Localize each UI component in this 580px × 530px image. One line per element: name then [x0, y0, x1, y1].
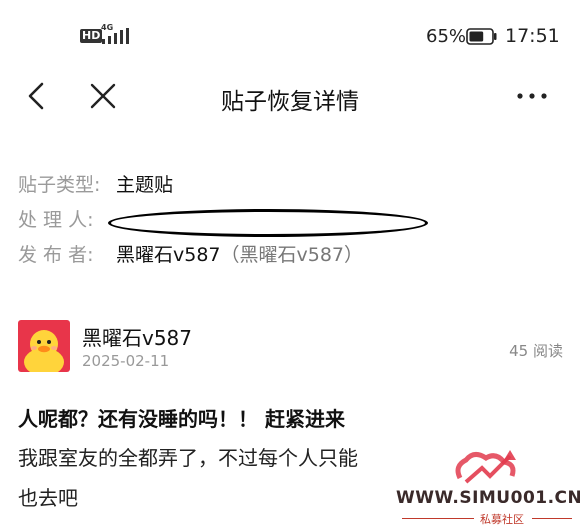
nav-bar: 贴子恢复详情 [0, 72, 580, 122]
info-row-handler: 处 理 人: [18, 203, 428, 238]
post-body: 我跟室友的全都弄了，不过每个人只能 也去吧 [18, 438, 566, 518]
post-info: 贴子类型: 主题贴 处 理 人: 发 布 者: 黑曜石v587（黑曜石v587） [18, 168, 428, 273]
read-count: 45 阅读 [509, 342, 563, 360]
more-icon[interactable] [512, 82, 552, 110]
type-label: 贴子类型: [18, 174, 101, 196]
page-title: 贴子恢复详情 [221, 89, 359, 115]
status-bar: HD 4G 65% 17:51 [0, 0, 580, 72]
watermark-divider [402, 518, 474, 519]
author-name[interactable]: 黑曜石v587 [82, 322, 192, 351]
info-row-publisher: 发 布 者: 黑曜石v587（黑曜石v587） [18, 238, 363, 273]
avatar[interactable] [18, 320, 70, 372]
post-header: 黑曜石v587 2025-02-11 45 阅读 [18, 320, 563, 375]
clock: 17:51 [505, 25, 560, 47]
post-body-line: 也去吧 [18, 486, 78, 510]
battery-percent: 65% [426, 26, 467, 47]
redaction-mark [108, 209, 428, 237]
post-body-line: 我跟室友的全都弄了，不过每个人只能 [18, 446, 358, 470]
close-icon[interactable] [88, 80, 118, 112]
watermark-divider [532, 518, 572, 519]
duck-avatar-icon [18, 320, 70, 372]
battery-icon [466, 28, 497, 45]
handler-label: 处 理 人: [18, 209, 94, 231]
publisher-sub: （黑曜石v587） [220, 244, 364, 266]
publisher-label: 发 布 者: [18, 244, 94, 266]
info-row-type: 贴子类型: 主题贴 [18, 168, 363, 203]
post-title: 人呢都？还有没睡的吗！！ 赶紧进来 [18, 407, 345, 431]
post-date: 2025-02-11 [82, 352, 170, 370]
publisher-value: 黑曜石v587 [116, 244, 221, 266]
back-icon[interactable] [24, 80, 54, 112]
signal-icon [102, 28, 129, 44]
hd-badge: HD [80, 29, 103, 43]
type-value: 主题贴 [116, 174, 174, 196]
